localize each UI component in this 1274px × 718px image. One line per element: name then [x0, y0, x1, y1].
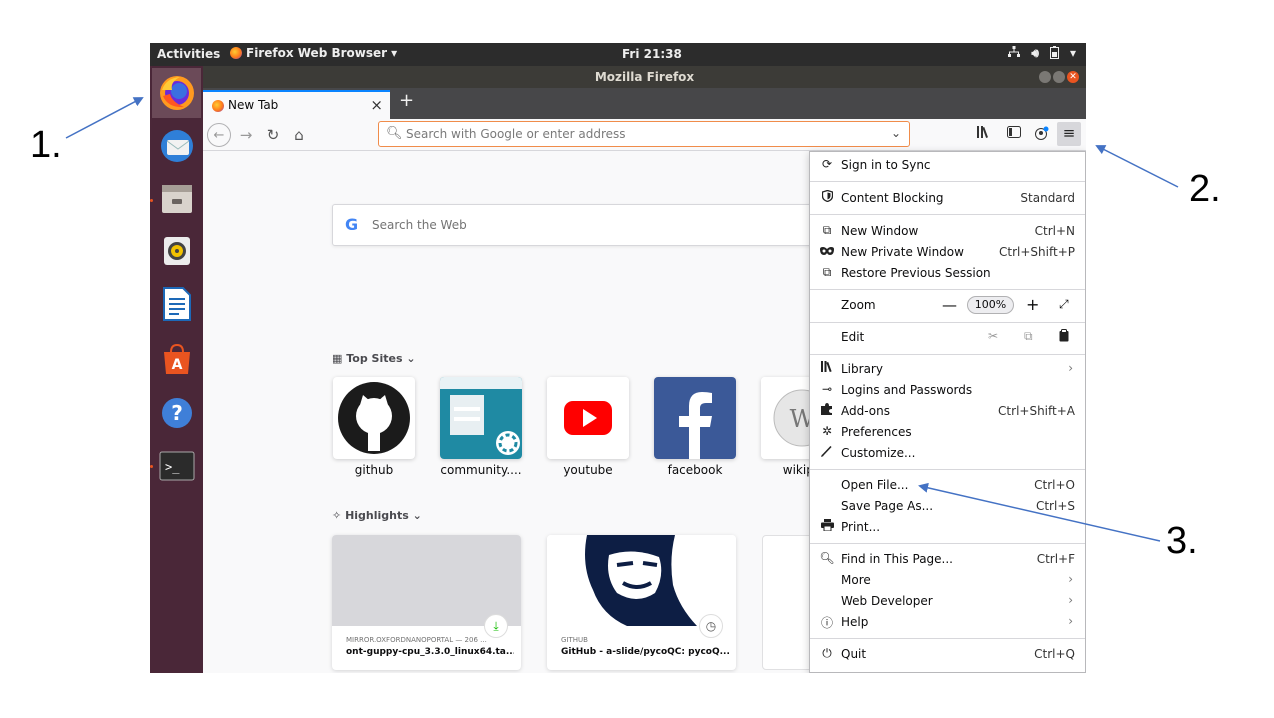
- slide-canvas: Activities Firefox Web Browser ▾ Fri 21:…: [0, 0, 1274, 718]
- arrow-step-1: [65, 97, 144, 139]
- annotation-arrows: [65, 97, 1179, 542]
- arrow-step-2: [1095, 145, 1179, 188]
- arrow-step-3: [918, 482, 1161, 542]
